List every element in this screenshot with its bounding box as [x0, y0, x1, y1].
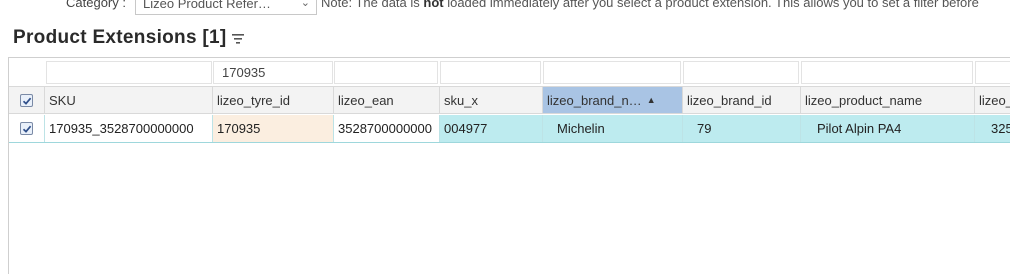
category-label: Category : [66, 0, 126, 10]
chevron-down-icon: ⌄ [300, 0, 310, 9]
filter-input-lizeo-product-name[interactable] [801, 61, 973, 84]
header-checkbox-cell [9, 87, 45, 113]
filter-input-lizeo-ean[interactable] [334, 61, 438, 84]
filter-input-sku-x[interactable] [440, 61, 541, 84]
select-all-checkbox[interactable] [20, 94, 33, 107]
sort-ascending-icon: ▲ [646, 95, 656, 105]
column-header-lizeo-extra[interactable]: lizeo_ [975, 87, 1010, 113]
cell-lizeo-extra: 3257 [975, 115, 1010, 142]
column-header-lizeo-product-name[interactable]: lizeo_product_name [801, 87, 975, 113]
cell-lizeo-brand-name: Michelin [543, 115, 683, 142]
column-header-sku-x[interactable]: sku_x [440, 87, 543, 113]
section-header: Product Extensions [1] [13, 25, 245, 51]
cell-lizeo-tyre-id: 170935 [213, 115, 334, 142]
filter-input-lizeo-extra[interactable] [975, 61, 1010, 84]
page-title: Product Extensions [1] [13, 27, 227, 48]
category-select-value: Lizeo Product Refer… [143, 0, 271, 11]
checkmark-icon [22, 125, 32, 133]
row-checkbox[interactable] [20, 122, 33, 135]
column-header-lizeo-brand-name[interactable]: lizeo_brand_n… ▲ [543, 87, 683, 113]
column-header-lizeo-brand-id[interactable]: lizeo_brand_id [683, 87, 801, 113]
cell-lizeo-ean: 3528700000000 [334, 115, 440, 142]
cell-lizeo-brand-id: 79 [683, 115, 801, 142]
cell-sku-x: 004977 [440, 115, 543, 142]
filter-icon[interactable] [231, 32, 245, 46]
load-note: Note: The data is not loaded immediately… [321, 0, 979, 10]
filter-input-sku[interactable] [46, 61, 212, 84]
top-toolbar: Category : Lizeo Product Refer… ⌄ Note: … [0, 0, 1010, 16]
filter-input-lizeo-brand-id[interactable] [683, 61, 799, 84]
filter-input-lizeo-tyre-id[interactable] [213, 61, 333, 84]
table-row[interactable]: 170935_3528700000000 170935 352870000000… [9, 115, 1010, 143]
filter-input-lizeo-brand-name[interactable] [543, 61, 681, 84]
row-checkbox-cell [9, 115, 45, 142]
product-extensions-grid: SKU lizeo_tyre_id lizeo_ean sku_x lizeo_… [8, 57, 1010, 274]
category-select[interactable]: Lizeo Product Refer… ⌄ [135, 0, 317, 15]
header-row: SKU lizeo_tyre_id lizeo_ean sku_x lizeo_… [9, 86, 1010, 114]
column-header-lizeo-ean[interactable]: lizeo_ean [334, 87, 440, 113]
cell-sku: 170935_3528700000000 [45, 115, 213, 142]
filter-row [9, 58, 1010, 86]
checkmark-icon [22, 97, 32, 105]
cell-lizeo-product-name: Pilot Alpin PA4 [801, 115, 975, 142]
column-header-lizeo-tyre-id[interactable]: lizeo_tyre_id [213, 87, 334, 113]
column-header-sku[interactable]: SKU [45, 87, 213, 113]
